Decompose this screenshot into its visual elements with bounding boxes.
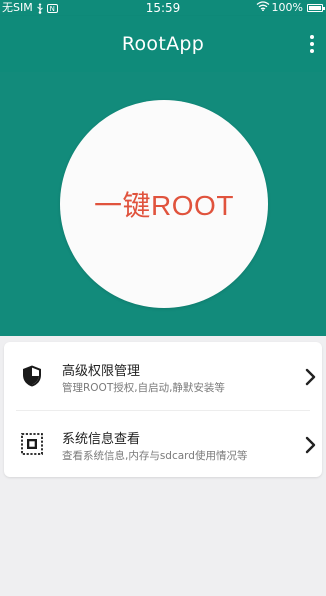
hero-section: 一键ROOT	[0, 72, 326, 336]
menu-dot	[310, 42, 314, 46]
system-info-icon	[20, 432, 44, 456]
menu-item-subtitle: 管理ROOT授权,自启动,静默安装等	[62, 382, 225, 394]
more-vert-icon[interactable]	[302, 30, 322, 58]
menu-item-title: 高级权限管理	[62, 364, 141, 379]
menu-divider	[16, 410, 310, 411]
menu-item-subtitle: 查看系统信息,内存与sdcard使用情况等	[62, 450, 248, 462]
menu-item-title: 系统信息查看	[62, 432, 141, 447]
menu-item-system-info[interactable]: 系统信息查看 查看系统信息,内存与sdcard使用情况等	[4, 412, 322, 477]
menu-dot	[310, 49, 314, 53]
one-click-root-button[interactable]: 一键ROOT	[60, 100, 268, 308]
shield-icon	[20, 364, 44, 388]
battery-icon	[307, 4, 325, 12]
one-click-root-label: 一键ROOT	[94, 190, 234, 221]
status-bar: 无SIM N 15:59 100%	[0, 0, 326, 16]
chevron-right-icon	[302, 435, 318, 455]
battery-percent: 100%	[271, 1, 303, 14]
wifi-icon	[256, 0, 270, 16]
app-bar: RootApp	[0, 16, 326, 72]
chevron-right-icon	[302, 367, 318, 387]
menu-card: 高级权限管理 管理ROOT授权,自启动,静默安装等 系统信息查看 查看系统信息,…	[4, 342, 322, 477]
app-title: RootApp	[121, 33, 205, 55]
menu-item-advanced-permissions[interactable]: 高级权限管理 管理ROOT授权,自启动,静默安装等	[4, 344, 322, 410]
status-right: 100%	[256, 0, 325, 16]
menu-dot	[310, 35, 314, 39]
